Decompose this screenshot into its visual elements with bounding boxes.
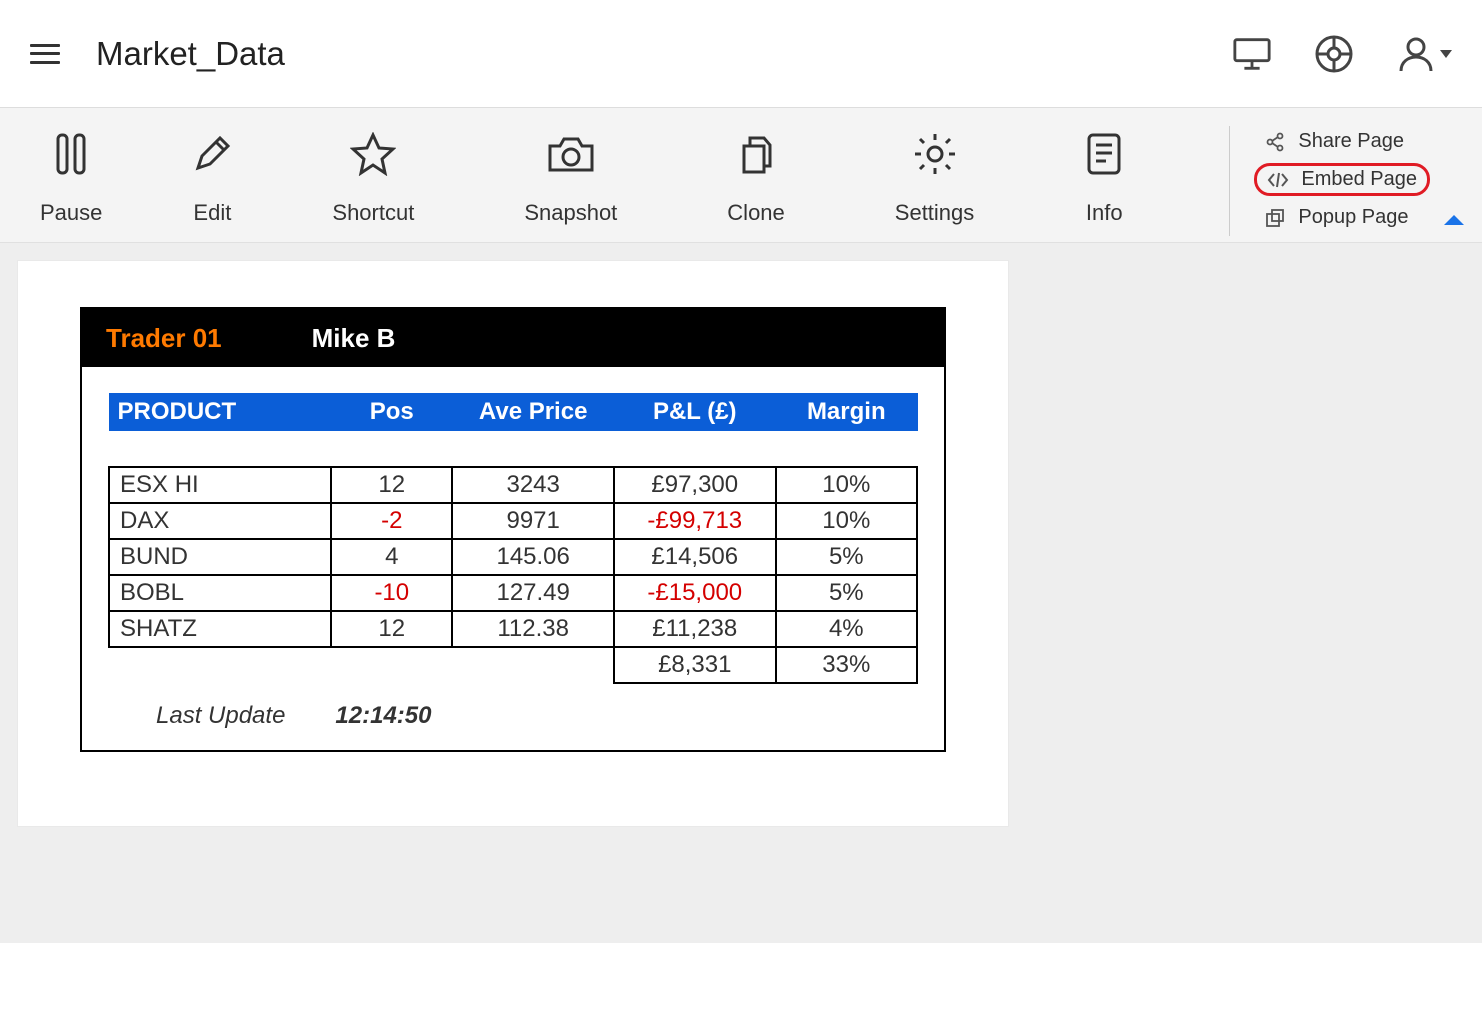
- camera-icon: [546, 130, 596, 178]
- cell-ave: 112.38: [452, 611, 614, 647]
- info-label: Info: [1086, 200, 1123, 226]
- cell-ave: 127.49: [452, 575, 614, 611]
- clone-button[interactable]: Clone: [727, 130, 784, 226]
- trader-card: Trader 01 Mike B PRODUCT Pos Ave Price P…: [80, 307, 946, 752]
- settings-button[interactable]: Settings: [895, 130, 975, 226]
- clone-icon: [734, 130, 778, 178]
- sheet-canvas: Trader 01 Mike B PRODUCT Pos Ave Price P…: [18, 261, 1008, 826]
- menu-icon[interactable]: [22, 31, 68, 77]
- col-product: PRODUCT: [109, 394, 331, 431]
- share-page-label: Share Page: [1298, 130, 1404, 153]
- cell-ave: 9971: [452, 503, 614, 539]
- page-links: Share Page Embed Page Popup Page: [1229, 126, 1430, 236]
- shortcut-label: Shortcut: [332, 200, 414, 226]
- table-header-row: PRODUCT Pos Ave Price P&L (£) Margin: [109, 394, 917, 431]
- cell-margin: 5%: [776, 575, 917, 611]
- shortcut-button[interactable]: Shortcut: [332, 130, 414, 226]
- user-menu[interactable]: [1396, 34, 1452, 74]
- cell-total-pnl: £8,331: [614, 647, 776, 683]
- share-page-link[interactable]: Share Page: [1254, 126, 1430, 157]
- code-icon: [1267, 169, 1289, 191]
- cell-pos: 12: [331, 611, 452, 647]
- snapshot-button[interactable]: Snapshot: [524, 130, 617, 226]
- gear-icon: [912, 130, 958, 178]
- edit-label: Edit: [193, 200, 231, 226]
- data-table: PRODUCT Pos Ave Price P&L (£) Margin ESX…: [108, 393, 918, 684]
- edit-button[interactable]: Edit: [192, 130, 232, 226]
- col-ave: Ave Price: [452, 394, 614, 431]
- table-row: BOBL-10127.49-£15,0005%: [109, 575, 917, 611]
- popup-page-link[interactable]: Popup Page: [1254, 202, 1430, 233]
- cell-pnl: -£15,000: [614, 575, 776, 611]
- cell-margin: 10%: [776, 503, 917, 539]
- popup-icon: [1264, 207, 1286, 229]
- cell-margin: 5%: [776, 539, 917, 575]
- help-icon[interactable]: [1314, 34, 1354, 74]
- settings-label: Settings: [895, 200, 975, 226]
- table-row: ESX HI123243£97,30010%: [109, 467, 917, 503]
- info-icon: [1084, 130, 1124, 178]
- cell-product: SHATZ: [109, 611, 331, 647]
- share-icon: [1264, 131, 1286, 153]
- top-bar: Market_Data: [0, 0, 1482, 108]
- col-margin: Margin: [776, 394, 917, 431]
- pencil-icon: [192, 130, 232, 178]
- last-update-label: Last Update: [156, 702, 285, 730]
- pause-icon: [53, 130, 89, 178]
- cell-product: BOBL: [109, 575, 331, 611]
- last-update-value: 12:14:50: [335, 702, 431, 730]
- cell-ave: 3243: [452, 467, 614, 503]
- content-area: Trader 01 Mike B PRODUCT Pos Ave Price P…: [0, 243, 1482, 943]
- cell-product: BUND: [109, 539, 331, 575]
- cell-pos: -10: [331, 575, 452, 611]
- info-button[interactable]: Info: [1084, 130, 1124, 226]
- cell-total-margin: 33%: [776, 647, 917, 683]
- cell-pos: -2: [331, 503, 452, 539]
- trader-id: Trader 01: [106, 323, 222, 354]
- separator: [1229, 126, 1230, 236]
- popup-page-label: Popup Page: [1298, 206, 1408, 229]
- toolbar: Pause Edit Shortcut Snapshot: [0, 108, 1482, 243]
- trader-name: Mike B: [312, 323, 396, 354]
- cell-ave: 145.06: [452, 539, 614, 575]
- table-row: SHATZ12112.38£11,2384%: [109, 611, 917, 647]
- cell-pnl: £97,300: [614, 467, 776, 503]
- col-pnl: P&L (£): [614, 394, 776, 431]
- table-body: ESX HI123243£97,30010%DAX-29971-£99,7131…: [109, 431, 917, 683]
- table-row: DAX-29971-£99,71310%: [109, 503, 917, 539]
- cell-pnl: £11,238: [614, 611, 776, 647]
- cell-margin: 10%: [776, 467, 917, 503]
- cell-pos: 12: [331, 467, 452, 503]
- snapshot-label: Snapshot: [524, 200, 617, 226]
- col-pos: Pos: [331, 394, 452, 431]
- clone-label: Clone: [727, 200, 784, 226]
- monitor-icon[interactable]: [1232, 34, 1272, 74]
- user-icon: [1396, 34, 1436, 74]
- cell-pos: 4: [331, 539, 452, 575]
- pause-label: Pause: [40, 200, 102, 226]
- collapse-toolbar-button[interactable]: [1442, 206, 1466, 234]
- card-header: Trader 01 Mike B: [82, 309, 944, 367]
- table-total-row: £8,33133%: [109, 647, 917, 683]
- top-icons: [1232, 34, 1452, 74]
- embed-page-link[interactable]: Embed Page: [1254, 163, 1430, 196]
- cell-product: DAX: [109, 503, 331, 539]
- page-title: Market_Data: [96, 35, 285, 73]
- cell-pnl: £14,506: [614, 539, 776, 575]
- embed-page-label: Embed Page: [1301, 168, 1417, 191]
- star-icon: [350, 130, 396, 178]
- cell-pnl: -£99,713: [614, 503, 776, 539]
- cell-product: ESX HI: [109, 467, 331, 503]
- pause-button[interactable]: Pause: [40, 130, 102, 226]
- caret-down-icon: [1440, 50, 1452, 58]
- table-row: BUND4145.06£14,5065%: [109, 539, 917, 575]
- cell-margin: 4%: [776, 611, 917, 647]
- last-update: Last Update 12:14:50: [108, 702, 918, 730]
